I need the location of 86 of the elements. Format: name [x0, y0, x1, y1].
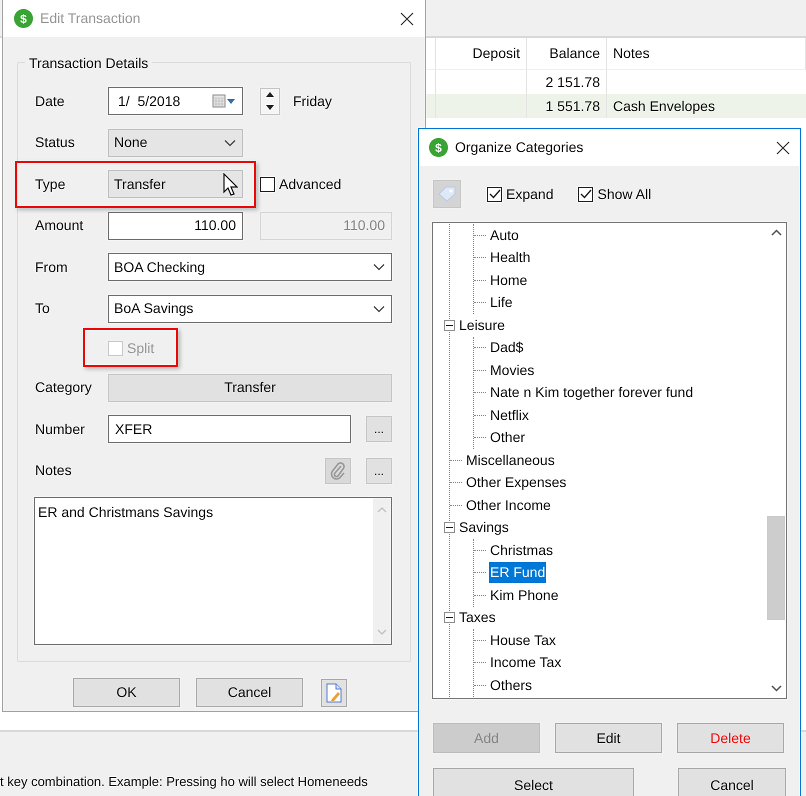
column-header[interactable]: Deposit: [436, 38, 527, 69]
dialog-button[interactable]: Cancel: [678, 768, 786, 796]
tree-item[interactable]: Netflix: [489, 404, 530, 426]
option-checkbox[interactable]: [578, 186, 594, 202]
tree-item[interactable]: Income Tax: [489, 652, 562, 674]
dollar-coin-icon: $: [429, 138, 448, 157]
checkbox-label: Advanced: [279, 174, 342, 194]
dialog-button[interactable]: OK: [73, 678, 180, 707]
tree-item[interactable]: Others: [489, 674, 534, 696]
status-text: t key combination. Example: Pressing ho will select Homeneeds: [0, 772, 368, 791]
collapse-icon[interactable]: [444, 522, 455, 534]
tree-item[interactable]: Savings: [458, 517, 510, 538]
field-label: Status: [35, 133, 76, 152]
field-label: From: [35, 258, 69, 276]
date-picker[interactable]: 1/ 5/2018: [108, 87, 243, 115]
document-edit-icon: [326, 682, 342, 702]
tree-item[interactable]: House Tax: [489, 630, 557, 651]
field-label: Category: [35, 378, 93, 397]
category-action-button[interactable]: Edit: [555, 723, 662, 753]
chevron-down-icon: [373, 263, 385, 271]
date-spinner[interactable]: [260, 88, 280, 114]
collapse-icon[interactable]: [444, 612, 455, 624]
tag-icon: [438, 186, 456, 202]
collapse-icon[interactable]: [444, 320, 455, 331]
converted-amount-field: 110.00: [260, 212, 392, 240]
tree-item[interactable]: Life: [489, 292, 514, 314]
notes-textarea[interactable]: ER and Christmans Savings: [34, 497, 392, 645]
tree-item[interactable]: Other Expenses: [465, 472, 568, 494]
tree-item[interactable]: Other Income: [465, 494, 552, 516]
window-title: Organize Categories: [455, 138, 584, 157]
table-cell-text: 2 151.78: [546, 72, 600, 92]
field-label: To: [35, 299, 51, 318]
tree-item[interactable]: Taxes: [458, 607, 497, 628]
tree-item[interactable]: ER Fund: [489, 562, 546, 584]
scroll-up-icon[interactable]: [770, 229, 782, 236]
amount-field[interactable]: 110.00: [108, 212, 243, 240]
dollar-coin-icon: $: [14, 9, 33, 28]
category-button[interactable]: Transfer: [108, 374, 392, 402]
tree-item[interactable]: Auto: [489, 224, 520, 246]
number-field[interactable]: XFER: [108, 415, 351, 443]
field-label: Number: [35, 420, 86, 438]
column-header[interactable]: Notes: [607, 38, 806, 69]
checkbox-label: Expand: [506, 184, 554, 204]
dialog-button[interactable]: Cancel: [196, 678, 303, 707]
mouse-pointer-icon: [223, 173, 238, 197]
tree-item[interactable]: Nate n Kim together forever fund: [489, 382, 694, 404]
tree-item[interactable]: Health: [489, 247, 532, 268]
status-dropdown[interactable]: None: [108, 128, 243, 156]
chevron-down-icon: [373, 304, 385, 312]
table-row[interactable]: 1 551.78 Cash Envelopes: [426, 94, 806, 118]
field-label: Notes: [35, 461, 73, 480]
window-title: Edit Transaction: [40, 9, 142, 28]
tree-item[interactable]: Other: [489, 427, 526, 448]
chevron-down-icon: [224, 138, 236, 146]
table-cell-text: Cash Envelopes: [613, 96, 715, 116]
tree-item[interactable]: Kim Phone: [489, 584, 560, 606]
tree-item[interactable]: Christmas: [489, 540, 554, 561]
more-button[interactable]: ...: [366, 416, 392, 442]
field-label: Date: [35, 92, 66, 110]
weekday-text: Friday: [293, 92, 332, 111]
scrollbar-thumb[interactable]: [767, 516, 785, 620]
more-button[interactable]: ...: [366, 458, 392, 484]
paperclip-icon: [330, 462, 346, 480]
column-header[interactable]: Balance: [527, 38, 607, 69]
close-icon[interactable]: [400, 12, 414, 26]
calendar-icon: [212, 94, 236, 108]
checkbox-label: Show All: [597, 184, 652, 204]
advanced-checkbox[interactable]: [260, 176, 275, 192]
note-button[interactable]: [321, 678, 347, 706]
tree-item[interactable]: Miscellaneous: [465, 450, 556, 471]
account-dropdown[interactable]: BoA Savings: [108, 294, 392, 322]
table-cell-text: 1 551.78: [546, 96, 600, 116]
scroll-down-icon[interactable]: [770, 685, 782, 692]
dialog-button[interactable]: Select: [433, 768, 634, 796]
checkbox-label: Split: [127, 338, 154, 358]
option-checkbox[interactable]: [487, 186, 502, 202]
type-dropdown[interactable]: Transfer: [108, 170, 243, 198]
field-label: Amount: [35, 216, 84, 235]
date-value: 1/ 5/2018: [118, 92, 182, 110]
tree-item[interactable]: Home: [489, 270, 528, 291]
tree-item[interactable]: Dad$: [489, 337, 524, 358]
close-icon[interactable]: [776, 140, 790, 154]
tree-item[interactable]: Leisure: [458, 314, 506, 336]
field-label: Type: [35, 174, 66, 194]
tree-item[interactable]: Movies: [489, 360, 536, 381]
account-dropdown[interactable]: BOA Checking: [108, 253, 392, 281]
